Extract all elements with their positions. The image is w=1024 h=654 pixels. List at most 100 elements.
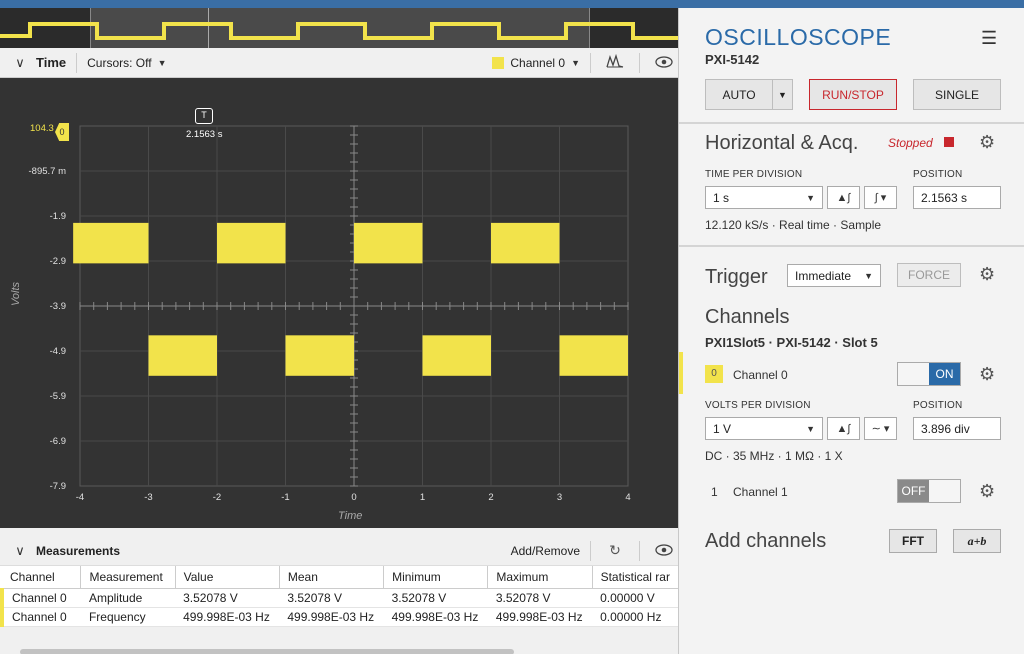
x-tick-label: -1 bbox=[281, 492, 290, 503]
auto-options-dropdown[interactable]: ▼ bbox=[772, 79, 793, 110]
trigger-section-title: Trigger bbox=[705, 266, 768, 288]
waveform-graph[interactable]: Volts Time 104.3 0 T 2.1563 s -895.7 m -1… bbox=[0, 78, 678, 528]
device-name: PXI-5142 bbox=[705, 52, 760, 67]
section-divider bbox=[679, 245, 1024, 247]
waveform-plot-area[interactable] bbox=[0, 78, 678, 528]
cell: 499.998E-03 Hz bbox=[279, 607, 384, 627]
volts-per-division-select[interactable]: 1 V ▼ bbox=[705, 417, 823, 440]
vertical-position-label: POSITION bbox=[913, 400, 963, 411]
channel-0-settings-gear-icon[interactable]: ⚙ bbox=[979, 364, 995, 385]
settings-panel: OSCILLOSCOPE PXI-5142 ☰ AUTO ▼ RUN/STOP … bbox=[678, 8, 1024, 654]
y-tick-label: -1.9 bbox=[49, 211, 66, 222]
waveform-view-icon[interactable] bbox=[601, 53, 629, 71]
x-tick-label: 0 bbox=[351, 492, 357, 503]
trigger-time-readout: 2.1563 s bbox=[186, 129, 223, 140]
panel-title: OSCILLOSCOPE bbox=[705, 24, 892, 50]
time-per-division-label: TIME PER DIVISION bbox=[705, 169, 803, 180]
auto-button[interactable]: AUTO bbox=[705, 79, 773, 110]
cursors-dropdown-label: Cursors: Off bbox=[87, 55, 152, 70]
visibility-eye-icon[interactable] bbox=[650, 543, 678, 559]
vertical-position-input[interactable]: 3.896 div bbox=[913, 417, 1001, 440]
overview-strip[interactable] bbox=[0, 8, 678, 48]
scrollbar-thumb[interactable] bbox=[20, 649, 514, 654]
horizontal-settings-gear-icon[interactable]: ⚙ bbox=[979, 132, 995, 153]
y-tick-label: -6.9 bbox=[49, 436, 66, 447]
horizontal-scrollbar[interactable] bbox=[0, 646, 678, 654]
cell: Frequency bbox=[80, 607, 176, 627]
cell: 0.00000 Hz bbox=[592, 607, 678, 627]
waveform-segment bbox=[217, 222, 286, 264]
column-header[interactable]: Measurement bbox=[80, 566, 176, 589]
column-header[interactable]: Minimum bbox=[383, 566, 489, 589]
caret-down-icon: ▼ bbox=[157, 57, 167, 68]
hamburger-menu-icon[interactable]: ☰ bbox=[981, 28, 997, 49]
caret-down-icon: ▼ bbox=[571, 57, 580, 68]
vertical-slope-button[interactable]: ▲∫ bbox=[827, 417, 860, 440]
add-remove-button[interactable]: Add/Remove bbox=[511, 544, 580, 558]
cursors-dropdown[interactable]: Cursors: Off ▼ bbox=[87, 56, 166, 70]
channel-1-enable-toggle[interactable]: OFF bbox=[897, 479, 961, 503]
run-stop-button[interactable]: RUN/STOP bbox=[809, 79, 897, 110]
time-toolbar: ∨ Time Cursors: Off ▼ Channel 0 ▼ bbox=[0, 48, 678, 78]
reset-statistics-icon[interactable]: ↻ bbox=[601, 542, 629, 559]
add-math-button[interactable]: a+b bbox=[953, 529, 1001, 553]
horizontal-position-input[interactable]: 2.1563 s bbox=[913, 186, 1001, 209]
x-tick-label: -4 bbox=[75, 492, 85, 503]
channel-1-index: 1 bbox=[711, 485, 718, 499]
column-header[interactable]: Maximum bbox=[487, 566, 593, 589]
rising-edge-slope-button[interactable]: ▲∫ bbox=[827, 186, 860, 209]
caret-down-icon: ▼ bbox=[806, 423, 815, 434]
column-header[interactable]: Statistical rar bbox=[592, 566, 678, 589]
trigger-mode-select[interactable]: Immediate ▼ bbox=[787, 264, 881, 287]
channel-0-color-bar bbox=[679, 352, 683, 394]
toolbar-divider bbox=[639, 52, 640, 73]
collapse-chevron-icon[interactable]: ∨ bbox=[8, 55, 32, 71]
column-header[interactable]: Channel bbox=[2, 566, 82, 589]
coupling-options-dropdown[interactable]: ∼ ▾ bbox=[864, 417, 897, 440]
toolbar-divider bbox=[590, 540, 591, 561]
trigger-settings-gear-icon[interactable]: ⚙ bbox=[979, 264, 995, 285]
measurements-header-row: Channel Measurement Value Mean Minimum M… bbox=[2, 566, 678, 589]
plot-pane: ∨ Time Cursors: Off ▼ Channel 0 ▼ Volts … bbox=[0, 8, 678, 654]
table-row[interactable]: Channel 0 Frequency 499.998E-03 Hz 499.9… bbox=[0, 607, 678, 627]
time-per-division-select[interactable]: 1 s ▼ bbox=[705, 186, 823, 209]
channel-0-name: Channel 0 bbox=[733, 368, 788, 382]
cell: 3.52078 V bbox=[175, 588, 280, 608]
y-tick-label: -3.9 bbox=[49, 301, 66, 312]
slope-options-dropdown[interactable]: ∫ ▾ bbox=[864, 186, 897, 209]
channel-select-dropdown[interactable]: Channel 0 ▼ bbox=[492, 56, 580, 70]
cell: Channel 0 bbox=[0, 607, 81, 627]
device-slot-path: PXI1Slot5 · PXI-5142 · Slot 5 bbox=[705, 335, 878, 350]
volts-per-division-value: 1 V bbox=[713, 421, 732, 436]
toolbar-divider bbox=[76, 52, 78, 73]
column-header[interactable]: Mean bbox=[279, 566, 385, 589]
add-fft-button[interactable]: FFT bbox=[889, 529, 937, 553]
waveform-segment bbox=[354, 222, 423, 264]
x-axis-label: Time bbox=[338, 510, 363, 522]
acquisition-status: Stopped bbox=[888, 136, 933, 150]
y-tick-label: -4.9 bbox=[49, 346, 66, 357]
x-tick-label: 3 bbox=[556, 492, 563, 503]
single-button[interactable]: SINGLE bbox=[913, 79, 1001, 110]
window-top-accent bbox=[0, 0, 1024, 8]
collapse-chevron-icon[interactable]: ∨ bbox=[8, 543, 32, 559]
x-tick-label: -2 bbox=[212, 492, 222, 503]
trigger-marker[interactable]: T bbox=[195, 108, 213, 124]
visibility-eye-icon[interactable] bbox=[650, 55, 678, 71]
channel-1-settings-gear-icon[interactable]: ⚙ bbox=[979, 481, 995, 502]
toggle-state-label: ON bbox=[929, 363, 960, 385]
acquisition-info: 12.120 kS/s · Real time · Sample bbox=[705, 218, 882, 232]
horizontal-position-label: POSITION bbox=[913, 169, 963, 180]
channel-offset-value: 104.3 bbox=[30, 123, 54, 134]
cell: 0.00000 V bbox=[592, 588, 678, 608]
x-tick-label: 2 bbox=[488, 492, 494, 503]
force-trigger-button[interactable]: FORCE bbox=[897, 263, 961, 287]
cell: Channel 0 bbox=[0, 588, 81, 608]
channel-0-index-badge: 0 bbox=[705, 365, 723, 383]
table-row[interactable]: Channel 0 Amplitude 3.52078 V 3.52078 V … bbox=[0, 588, 678, 608]
channel-0-enable-toggle[interactable]: ON bbox=[897, 362, 961, 386]
column-header[interactable]: Value bbox=[175, 566, 280, 589]
x-tick-label: 4 bbox=[625, 492, 631, 503]
cell: 499.998E-03 Hz bbox=[383, 607, 488, 627]
cell: Amplitude bbox=[80, 588, 176, 608]
